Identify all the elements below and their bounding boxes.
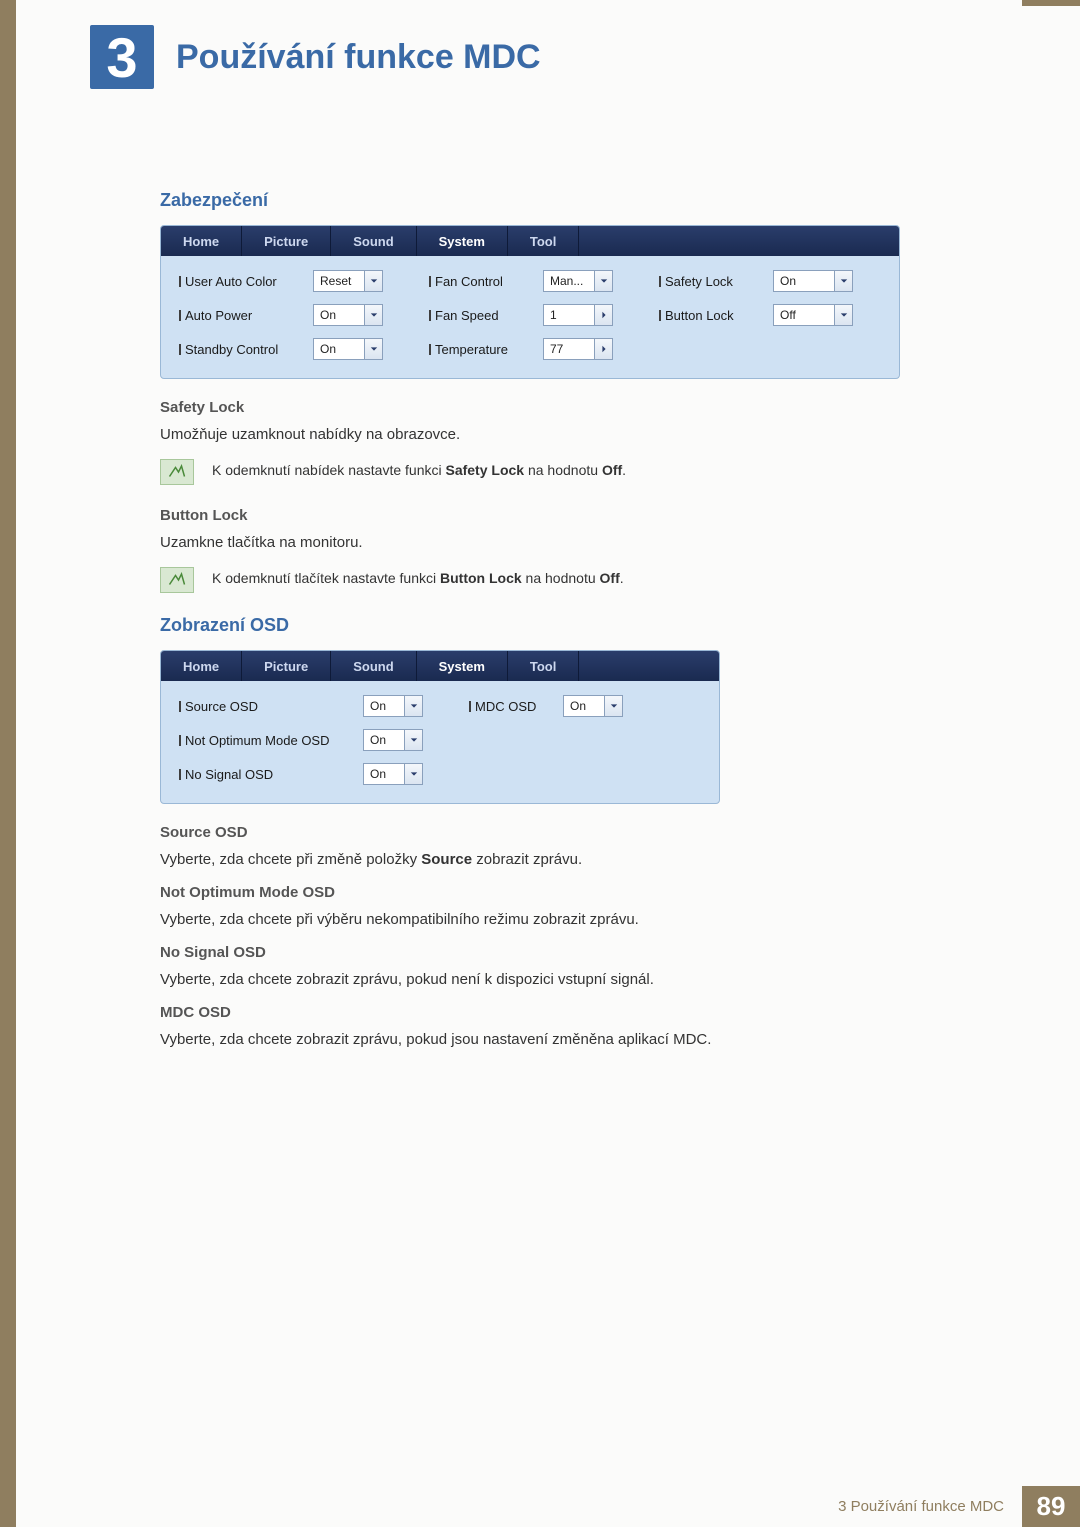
label-fan-control: Fan Control (429, 274, 529, 289)
left-accent-strip (0, 0, 16, 1527)
mdc-osd-desc: Vyberte, zda chcete zobrazit zprávu, pok… (160, 1031, 940, 1048)
button-lock-desc: Uzamkne tlačítka na monitoru. (160, 534, 940, 551)
label-button-lock: Button Lock (659, 308, 759, 323)
spinner-fan-speed[interactable]: 1 (543, 304, 613, 326)
chevron-down-icon (834, 305, 852, 325)
tab-home[interactable]: Home (161, 226, 242, 256)
chapter-title: Používání funkce MDC (176, 38, 541, 77)
spinner-value: 1 (550, 308, 557, 322)
section-heading-security: Zabezpečení (160, 190, 940, 211)
tab-system[interactable]: System (417, 651, 508, 681)
not-optimum-osd-desc: Vyberte, zda chcete při výběru nekompati… (160, 911, 940, 928)
chevron-right-icon (594, 305, 612, 325)
note-icon (160, 567, 194, 593)
note-icon (160, 459, 194, 485)
dropdown-auto-power[interactable]: On (313, 304, 383, 326)
dropdown-value: On (570, 699, 586, 713)
section-heading-osd: Zobrazení OSD (160, 615, 940, 636)
note-text: K odemknutí tlačítek nastavte funkci But… (212, 567, 624, 586)
label-standby-control: Standby Control (179, 342, 299, 357)
dropdown-value: On (320, 342, 336, 356)
chevron-right-icon (594, 339, 612, 359)
note-text: K odemknutí nabídek nastavte funkci Safe… (212, 459, 626, 478)
security-col2: Fan Control Man... Fan Speed 1 Temperatu… (429, 270, 613, 360)
dropdown-safety-lock[interactable]: On (773, 270, 853, 292)
chevron-down-icon (364, 305, 382, 325)
osd-col1: Source OSD On Not Optimum Mode OSD On No… (179, 695, 423, 785)
spinner-value: 77 (550, 342, 563, 356)
dropdown-not-optimum-osd[interactable]: On (363, 729, 423, 751)
page-footer: 3 Používání funkce MDC 89 (0, 1486, 1080, 1527)
security-col3: Safety Lock On Button Lock Off (659, 270, 853, 360)
label-mdc-osd: MDC OSD (469, 699, 549, 714)
osd-col2: MDC OSD On (469, 695, 623, 785)
dropdown-mdc-osd[interactable]: On (563, 695, 623, 717)
spinner-temperature[interactable]: 77 (543, 338, 613, 360)
chevron-down-icon (604, 696, 622, 716)
chevron-down-icon (404, 730, 422, 750)
subheading-source-osd: Source OSD (160, 824, 940, 841)
safety-lock-desc: Umožňuje uzamknout nabídky na obrazovce. (160, 426, 940, 443)
label-source-osd: Source OSD (179, 699, 349, 714)
source-osd-desc: Vyberte, zda chcete při změně položky So… (160, 851, 940, 868)
footer-chapter-label: 3 Používání funkce MDC (820, 1486, 1022, 1527)
dropdown-user-auto-color[interactable]: Reset (313, 270, 383, 292)
label-not-optimum-osd: Not Optimum Mode OSD (179, 733, 349, 748)
no-signal-osd-desc: Vyberte, zda chcete zobrazit zprávu, pok… (160, 971, 940, 988)
dropdown-value: On (780, 274, 796, 288)
top-right-accent (1022, 0, 1080, 6)
security-tabbar: Home Picture Sound System Tool (161, 226, 899, 256)
dropdown-fan-control[interactable]: Man... (543, 270, 613, 292)
label-user-auto-color: User Auto Color (179, 274, 299, 289)
dropdown-value: On (370, 767, 386, 781)
label-temperature: Temperature (429, 342, 529, 357)
tab-sound[interactable]: Sound (331, 651, 416, 681)
label-no-signal-osd: No Signal OSD (179, 767, 349, 782)
osd-panel: Home Picture Sound System Tool Source OS… (160, 650, 720, 804)
dropdown-button-lock[interactable]: Off (773, 304, 853, 326)
tab-sound[interactable]: Sound (331, 226, 416, 256)
dropdown-value: On (320, 308, 336, 322)
tab-picture[interactable]: Picture (242, 226, 331, 256)
chapter-number-badge: 3 (90, 25, 154, 89)
dropdown-value: Reset (320, 274, 351, 288)
chevron-down-icon (404, 696, 422, 716)
security-panel: Home Picture Sound System Tool User Auto… (160, 225, 900, 379)
tab-tool[interactable]: Tool (508, 226, 579, 256)
dropdown-source-osd[interactable]: On (363, 695, 423, 717)
chevron-down-icon (594, 271, 612, 291)
subheading-safety-lock: Safety Lock (160, 399, 940, 416)
note-safety-lock: K odemknutí nabídek nastavte funkci Safe… (160, 459, 940, 485)
dropdown-value: On (370, 733, 386, 747)
label-safety-lock: Safety Lock (659, 274, 759, 289)
tab-tool[interactable]: Tool (508, 651, 579, 681)
dropdown-value: Off (780, 308, 796, 322)
note-button-lock: K odemknutí tlačítek nastavte funkci But… (160, 567, 940, 593)
tab-home[interactable]: Home (161, 651, 242, 681)
chevron-down-icon (834, 271, 852, 291)
label-auto-power: Auto Power (179, 308, 299, 323)
osd-tabbar: Home Picture Sound System Tool (161, 651, 719, 681)
label-fan-speed: Fan Speed (429, 308, 529, 323)
chevron-down-icon (364, 271, 382, 291)
subheading-mdc-osd: MDC OSD (160, 1004, 940, 1021)
footer-page-number: 89 (1022, 1486, 1080, 1527)
subheading-button-lock: Button Lock (160, 507, 940, 524)
chevron-down-icon (364, 339, 382, 359)
dropdown-value: On (370, 699, 386, 713)
tab-picture[interactable]: Picture (242, 651, 331, 681)
subheading-no-signal-osd: No Signal OSD (160, 944, 940, 961)
security-col1: User Auto Color Reset Auto Power On Stan… (179, 270, 383, 360)
chapter-header: 3 Používání funkce MDC (90, 25, 541, 89)
tab-system[interactable]: System (417, 226, 508, 256)
dropdown-no-signal-osd[interactable]: On (363, 763, 423, 785)
chevron-down-icon (404, 764, 422, 784)
dropdown-standby-control[interactable]: On (313, 338, 383, 360)
dropdown-value: Man... (550, 274, 583, 288)
subheading-not-optimum-osd: Not Optimum Mode OSD (160, 884, 940, 901)
